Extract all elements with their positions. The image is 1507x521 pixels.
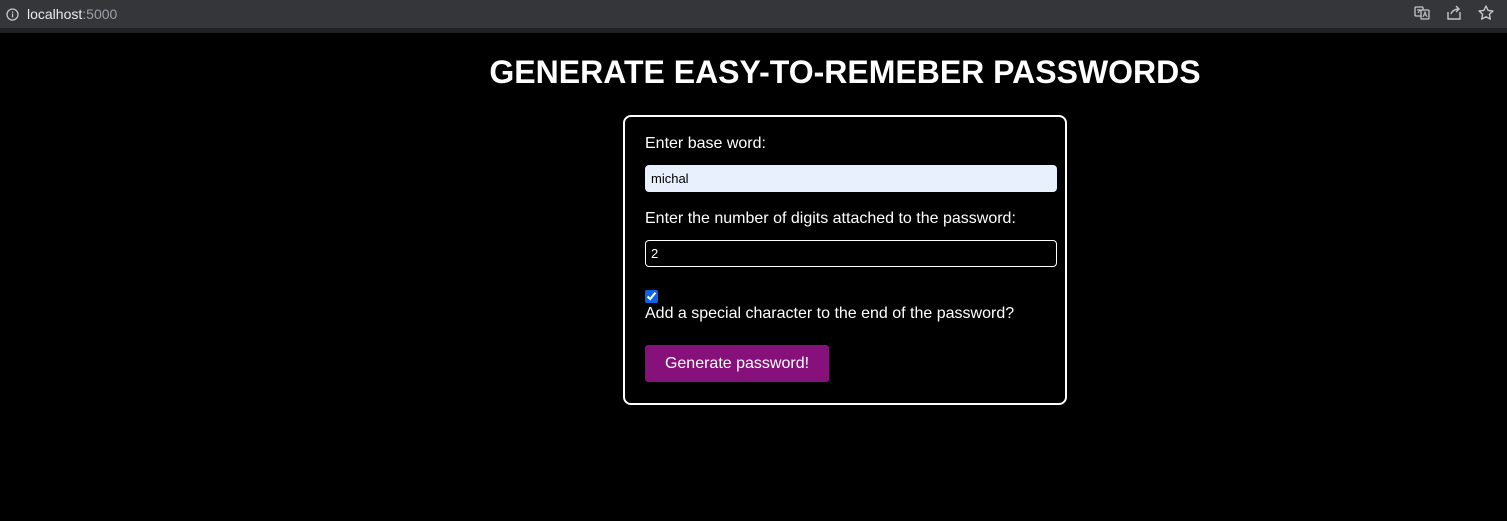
url-host: localhost [27,6,83,22]
base-word-label: Enter base word: [645,135,766,152]
address-bar[interactable]: localhost:5000 [6,5,117,23]
base-word-input[interactable] [645,165,1057,192]
info-icon[interactable] [6,7,19,21]
page-title: GENERATE EASY-TO-REMEBER PASSWORDS [489,54,1201,90]
generate-password-button[interactable]: Generate password! [645,345,829,382]
share-icon[interactable] [1445,4,1463,22]
translate-icon[interactable] [1413,4,1431,22]
special-char-label: Add a special character to the end of th… [645,305,1015,322]
digits-input[interactable] [645,240,1057,267]
url-port: :5000 [82,6,118,22]
browser-toolbar: localhost:5000 [0,0,1507,33]
digits-label: Enter the number of digits attached to t… [645,210,1016,227]
special-char-checkbox[interactable] [645,290,658,303]
bookmark-star-icon[interactable] [1477,4,1495,22]
page-content: GENERATE EASY-TO-REMEBER PASSWORDS Enter… [0,33,1507,521]
password-form: Enter base word: Enter the number of dig… [623,115,1067,405]
